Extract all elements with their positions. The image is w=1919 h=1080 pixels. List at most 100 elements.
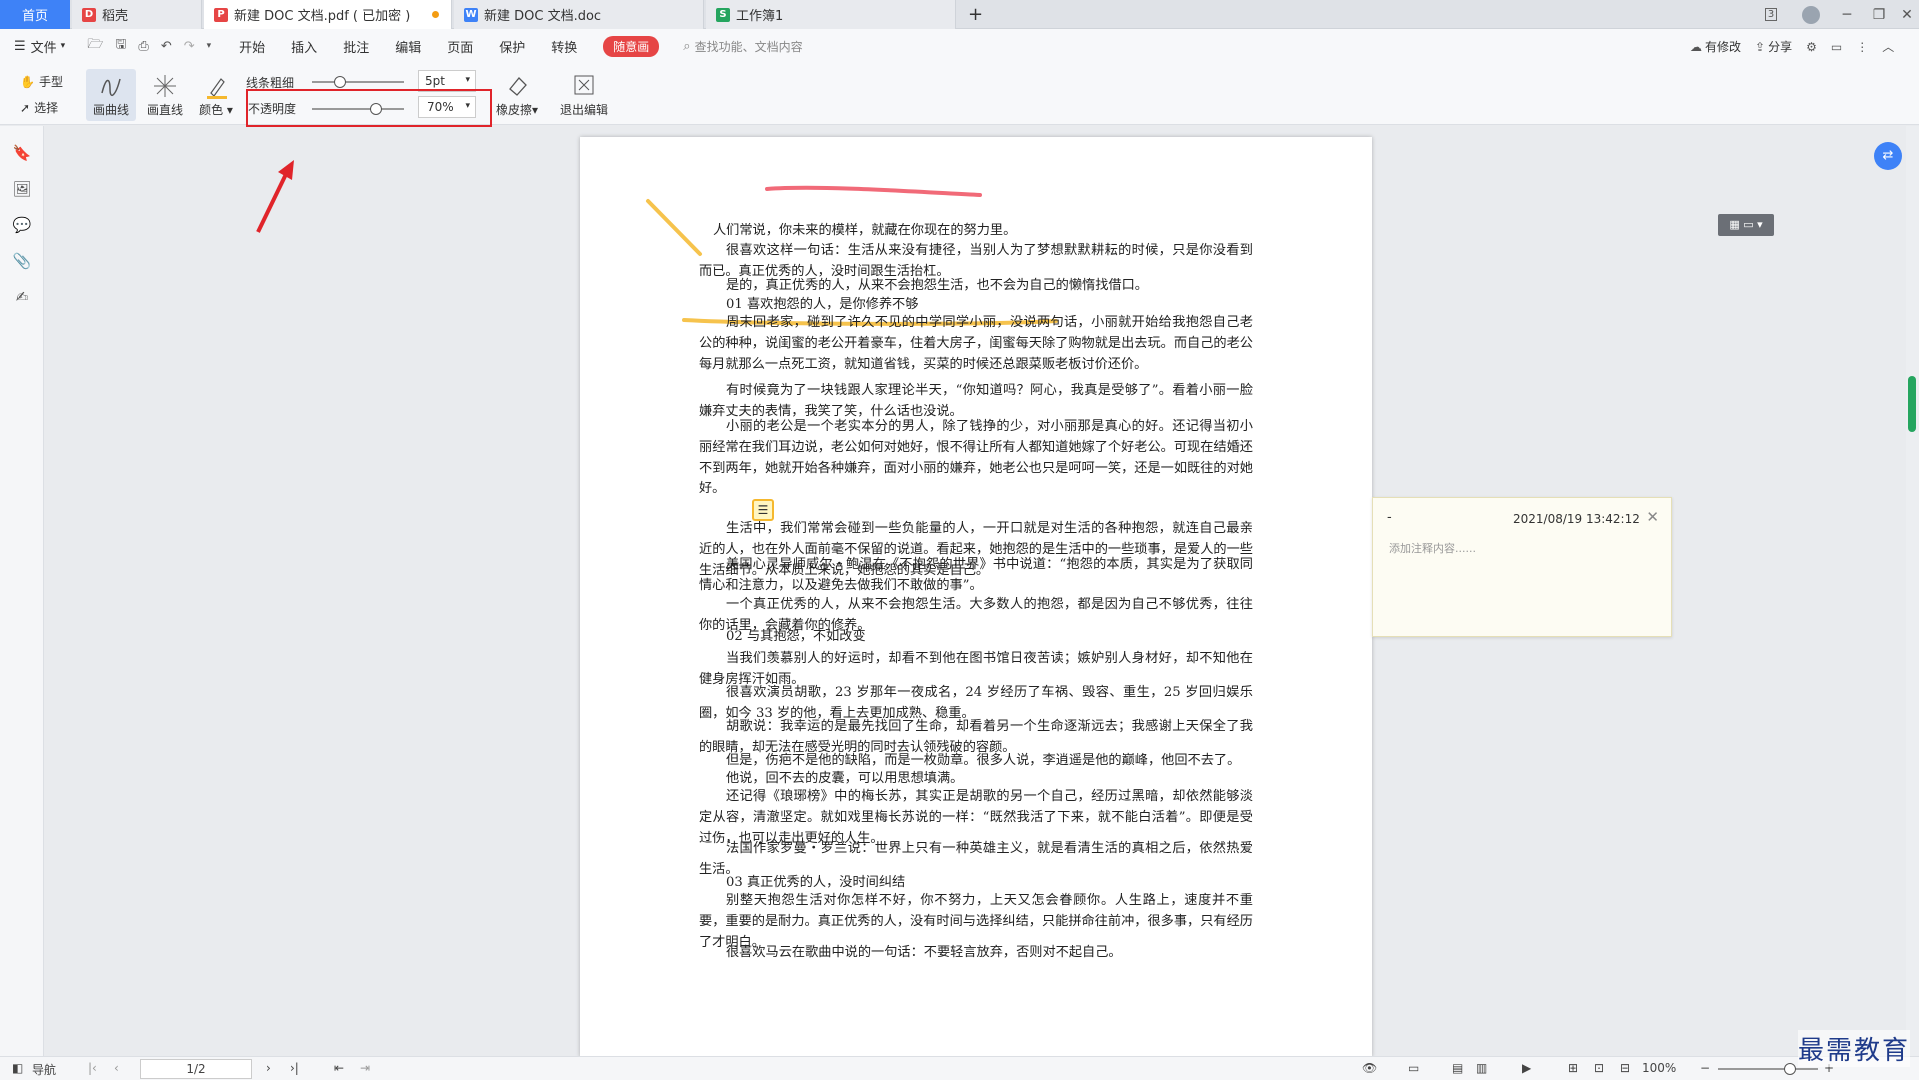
menu-start[interactable]: 开始 bbox=[239, 37, 265, 56]
opacity-select[interactable]: 70% ▾ bbox=[418, 96, 476, 118]
exit-edit-button[interactable]: 退出编辑 bbox=[556, 69, 612, 121]
undo-icon[interactable]: ↶ bbox=[161, 39, 172, 54]
eye-protect-icon[interactable]: 👁 bbox=[1362, 1061, 1377, 1075]
cloud-icon: ☁ bbox=[1690, 39, 1702, 54]
play-icon[interactable]: ▶ bbox=[1522, 1061, 1531, 1075]
save-icon[interactable]: 🖫 bbox=[115, 35, 126, 57]
tab-workbook[interactable]: S 工作簿1 bbox=[706, 0, 956, 29]
color-picker[interactable]: 颜色 ▾ bbox=[196, 69, 236, 121]
page-number-input[interactable]: 1/2 bbox=[140, 1059, 252, 1079]
attachment-icon[interactable]: 📎 bbox=[12, 252, 32, 272]
close-window-button[interactable]: ✕ bbox=[1890, 0, 1919, 29]
comment-popup[interactable]: - 2021/08/19 13:42:12 ✕ 添加注释内容...... bbox=[1372, 497, 1672, 637]
hand-icon: ✋ bbox=[20, 74, 35, 89]
more-icon[interactable]: ⋮ bbox=[1856, 40, 1868, 54]
document-paragraph: 美国心灵导师威尔・鲍温在《不抱怨的世界》书中说道：“抱怨的本质，其实是为了获取同… bbox=[699, 557, 1253, 593]
eraser-icon bbox=[509, 77, 527, 96]
tab-pdf-document[interactable]: P 新建 DOC 文档.pdf ( 已加密 ) bbox=[204, 0, 452, 29]
prev-page-icon[interactable]: ‹ bbox=[114, 1061, 119, 1075]
signature-icon[interactable]: ✍ bbox=[12, 288, 32, 308]
dual-page-icon[interactable]: ▥ bbox=[1476, 1061, 1487, 1075]
line-icon bbox=[154, 75, 176, 97]
bookmark-icon[interactable]: 🔖 bbox=[12, 144, 32, 164]
menu-edit[interactable]: 编辑 bbox=[395, 37, 421, 56]
feedback-icon[interactable]: ▭ bbox=[1831, 40, 1842, 54]
close-icon[interactable]: ✕ bbox=[1646, 508, 1659, 526]
menu-page[interactable]: 页面 bbox=[447, 37, 473, 56]
first-page-icon[interactable]: |‹ bbox=[88, 1061, 97, 1075]
back-icon[interactable]: ⇤ bbox=[334, 1061, 344, 1075]
menu-freehand[interactable]: 随意画 bbox=[603, 35, 660, 57]
comment-input[interactable]: 添加注释内容...... bbox=[1389, 540, 1476, 556]
nav-panel-icon[interactable]: ◧ bbox=[12, 1061, 23, 1075]
last-page-icon[interactable]: ›| bbox=[290, 1061, 299, 1075]
tab-home[interactable]: 首页 bbox=[0, 0, 70, 29]
new-tab-button[interactable]: + bbox=[960, 0, 990, 29]
select-tool[interactable]: ➚ 选择 bbox=[20, 99, 58, 116]
file-menu[interactable]: ☰ 文件 ▾ bbox=[14, 37, 65, 56]
fit-page-icon[interactable]: ⊡ bbox=[1594, 1061, 1604, 1075]
translate-float-icon[interactable]: ⇄ bbox=[1874, 142, 1902, 170]
chevron-down-icon: ▾ bbox=[465, 101, 470, 111]
pdf-page[interactable]: 人们常说，你未来的模样，就藏在你现在的努力里。 很喜欢这样一句话：生活从来没有捷径… bbox=[580, 137, 1372, 1057]
share-button[interactable]: 分享 bbox=[1768, 38, 1792, 55]
print-icon[interactable]: ⎙ bbox=[138, 39, 148, 54]
document-paragraph: 是的，真正优秀的人，从来不会抱怨生活，也不会为自己的懒惰找借口。 bbox=[726, 278, 1148, 293]
draw-line-button[interactable]: 画直线 bbox=[140, 69, 190, 121]
document-paragraph: 02 与其抱怨，不如改变 bbox=[726, 629, 866, 644]
nav-button[interactable]: 导航 bbox=[32, 1061, 56, 1078]
open-icon[interactable]: 🗁 bbox=[87, 35, 103, 57]
fit-width-icon[interactable]: ⊞ bbox=[1568, 1061, 1578, 1075]
window-list-button[interactable]: 3 bbox=[1754, 0, 1788, 29]
document-paragraph: 人们常说，你未来的模样，就藏在你现在的努力里。 bbox=[713, 223, 1017, 238]
menu-insert[interactable]: 插入 bbox=[291, 37, 317, 56]
ribbon-toolbar: ✋ 手型 ➚ 选择 画曲线 画直线 颜色 ▾ 线条粗细 5pt ▾ 不透明度 70% ▾… bbox=[0, 63, 1919, 127]
single-page-icon[interactable]: ▭ bbox=[1408, 1061, 1419, 1075]
thickness-slider[interactable] bbox=[312, 76, 404, 88]
opacity-label: 不透明度 bbox=[248, 102, 297, 116]
zoom-out-icon[interactable]: − bbox=[1700, 1061, 1710, 1075]
menu-protect[interactable]: 保护 bbox=[499, 37, 525, 56]
unsaved-dot-icon bbox=[432, 11, 439, 18]
note-marker-icon[interactable]: ☰ bbox=[752, 499, 774, 521]
left-sidebar: 🔖 🖼 💬 📎 ✍ bbox=[0, 126, 44, 1056]
hand-tool[interactable]: ✋ 手型 bbox=[20, 73, 63, 90]
thickness-slider-knob[interactable] bbox=[333, 76, 346, 88]
avatar[interactable] bbox=[1794, 0, 1828, 29]
modified-status[interactable]: 有修改 bbox=[1705, 38, 1741, 55]
forward-icon[interactable]: ⇥ bbox=[360, 1061, 370, 1075]
share-icon: ⇪ bbox=[1755, 39, 1766, 54]
zoom-slider[interactable] bbox=[1718, 1063, 1818, 1075]
redo-icon[interactable]: ↷ bbox=[184, 39, 195, 54]
minimize-button[interactable]: ─ bbox=[1830, 0, 1864, 29]
zoom-select[interactable]: 100% bbox=[1642, 1061, 1676, 1075]
comment-icon[interactable]: 💬 bbox=[12, 216, 32, 236]
more-chevron-icon[interactable]: ▾ bbox=[207, 41, 212, 51]
draw-curve-button[interactable]: 画曲线 bbox=[86, 69, 136, 121]
chevron-down-icon: ▾ bbox=[465, 75, 470, 85]
search-input[interactable]: 查找功能、文档内容 bbox=[695, 38, 803, 55]
cursor-icon: ➚ bbox=[20, 100, 31, 115]
zoom-icon[interactable]: ⊟ bbox=[1620, 1061, 1630, 1075]
tab-daoke[interactable]: D 稻壳 bbox=[72, 0, 202, 29]
tab-word-document[interactable]: W 新建 DOC 文档.doc bbox=[454, 0, 704, 29]
exit-icon bbox=[574, 75, 594, 95]
settings-icon[interactable]: ⚙ bbox=[1806, 40, 1817, 54]
collapse-ribbon-icon[interactable]: ︿ bbox=[1882, 38, 1894, 55]
red-arrow-annotation bbox=[256, 160, 294, 233]
zoom-slider-knob[interactable] bbox=[1784, 1063, 1796, 1075]
comment-author: - bbox=[1387, 510, 1392, 525]
vertical-scrollbar[interactable] bbox=[1906, 126, 1919, 1056]
mini-toolbar-icon[interactable]: ▦ ▭ ▾ bbox=[1718, 214, 1774, 236]
menu-convert[interactable]: 转换 bbox=[551, 37, 577, 56]
next-page-icon[interactable]: › bbox=[266, 1061, 271, 1075]
opacity-slider[interactable] bbox=[312, 103, 404, 115]
chevron-down-icon: ▾ bbox=[60, 41, 66, 51]
eraser-button[interactable]: 橡皮擦▾ bbox=[494, 69, 540, 121]
sheet-icon: S bbox=[716, 7, 730, 22]
word-icon: W bbox=[464, 7, 478, 22]
menu-annotate[interactable]: 批注 bbox=[343, 37, 369, 56]
thumbnail-icon[interactable]: 🖼 bbox=[12, 180, 32, 200]
continuous-icon[interactable]: ▤ bbox=[1452, 1061, 1463, 1075]
scrollbar-thumb[interactable] bbox=[1908, 376, 1916, 432]
